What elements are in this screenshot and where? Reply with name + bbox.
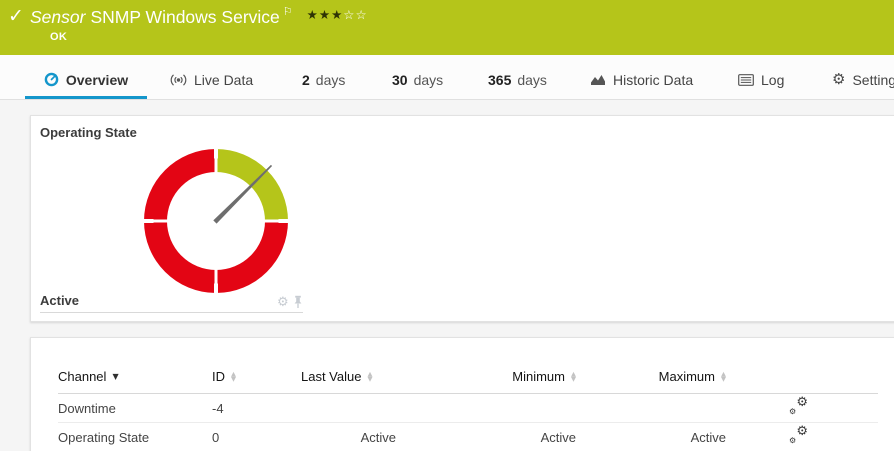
maximum-header-label: Maximum [659, 369, 715, 384]
column-header-last-value[interactable]: Last Value ▲▼ [301, 369, 396, 394]
sort-both-icon: ▲▼ [231, 372, 236, 382]
sort-both-icon: ▲▼ [721, 372, 726, 382]
tab-365-days-number: 365 [488, 72, 511, 88]
cell-id: -4 [212, 394, 301, 423]
tab-30-days[interactable]: 30 days [392, 55, 443, 99]
cell-last-value: Active [301, 423, 396, 451]
overview-gauge-panel: Operating State Active ⚙ [30, 115, 894, 322]
stars-filled[interactable]: ★★★ [307, 7, 344, 22]
area-chart-icon [590, 73, 606, 86]
column-header-maximum[interactable]: Maximum ▲▼ [576, 369, 726, 394]
tab-2-days[interactable]: 2 days [302, 55, 345, 99]
sort-both-icon: ▲▼ [571, 372, 576, 382]
channel-table-panel: Channel ▼ ID ▲▼ Last Value ▲▼ Minimum ▲▼ Max… [30, 337, 894, 451]
tab-live-data[interactable]: Live Data [170, 55, 253, 99]
sensor-name: SNMP Windows Service [90, 7, 279, 27]
pin-icon[interactable] [293, 295, 303, 309]
cell-minimum: Active [396, 423, 576, 451]
tab-bar: Overview Live Data 2 days 30 days 365 da… [0, 55, 894, 100]
object-type-label: Sensor [30, 7, 85, 27]
page-title: SensorSNMP Windows Service ⚐ ★★★☆☆ [30, 5, 368, 28]
tab-30-days-unit: days [414, 72, 444, 88]
minimum-header-label: Minimum [512, 369, 565, 384]
column-header-channel[interactable]: Channel ▼ [58, 369, 212, 394]
cell-id: 0 [212, 423, 301, 451]
tab-365-days[interactable]: 365 days [488, 55, 547, 99]
cell-last-value [301, 394, 396, 423]
sort-both-icon: ▲▼ [367, 372, 372, 382]
cell-channel: Operating State [58, 423, 212, 451]
gauge-title: Operating State [40, 125, 137, 140]
sort-desc-icon: ▼ [112, 372, 118, 381]
channel-settings-gears-icon[interactable]: ⚙⚙ [788, 428, 808, 443]
log-list-icon [738, 74, 754, 86]
gauge-cell-divider [40, 312, 303, 313]
tab-settings-label: Settings [852, 72, 894, 88]
tab-overview-label: Overview [66, 72, 128, 88]
status-check-icon: ✓ [8, 5, 24, 27]
tab-settings[interactable]: ⚙ Settings [832, 55, 894, 99]
flag-icon[interactable]: ⚐ [283, 5, 293, 18]
cell-minimum [396, 394, 576, 423]
column-header-actions [726, 369, 878, 394]
cell-channel: Downtime [58, 394, 212, 423]
channel-header-label: Channel [58, 369, 106, 384]
cell-maximum [576, 394, 726, 423]
tab-overview[interactable]: Overview [25, 55, 147, 99]
sensor-status-header: ✓ SensorSNMP Windows Service ⚐ ★★★☆☆ OK [0, 0, 894, 55]
cell-maximum: Active [576, 423, 726, 451]
tab-2-days-number: 2 [302, 72, 310, 88]
tab-live-data-label: Live Data [194, 72, 253, 88]
tab-log[interactable]: Log [738, 55, 784, 99]
tab-historic-data[interactable]: Historic Data [590, 55, 693, 99]
gauge-tab-icon [44, 72, 59, 87]
tab-2-days-unit: days [316, 72, 346, 88]
stars-empty[interactable]: ☆☆ [343, 7, 367, 22]
column-header-minimum[interactable]: Minimum ▲▼ [396, 369, 576, 394]
tab-30-days-number: 30 [392, 72, 408, 88]
tab-historic-data-label: Historic Data [613, 72, 693, 88]
priority-stars[interactable]: ★★★☆☆ [307, 7, 368, 22]
broadcast-icon [170, 73, 187, 87]
channel-table-header-row: Channel ▼ ID ▲▼ Last Value ▲▼ Minimum ▲▼ Max… [58, 369, 878, 394]
column-header-id[interactable]: ID ▲▼ [212, 369, 301, 394]
table-row-operating-state: Operating State 0 Active Active Active ⚙… [58, 423, 878, 451]
last-value-header-label: Last Value [301, 369, 361, 384]
gauge-value-label: Active [40, 293, 79, 308]
status-badge: OK [50, 31, 67, 43]
operating-state-gauge [136, 141, 296, 301]
tab-log-label: Log [761, 72, 784, 88]
tab-365-days-unit: days [517, 72, 547, 88]
table-row-downtime: Downtime -4 ⚙⚙ [58, 394, 878, 423]
settings-gear-icon: ⚙ [832, 72, 845, 87]
gauge-cell-actions: ⚙ [277, 295, 303, 309]
channel-settings-gear-icon[interactable]: ⚙ [277, 296, 289, 309]
channel-table: Channel ▼ ID ▲▼ Last Value ▲▼ Minimum ▲▼ Max… [58, 369, 878, 451]
channel-settings-gears-icon[interactable]: ⚙⚙ [788, 399, 808, 414]
id-header-label: ID [212, 369, 225, 384]
